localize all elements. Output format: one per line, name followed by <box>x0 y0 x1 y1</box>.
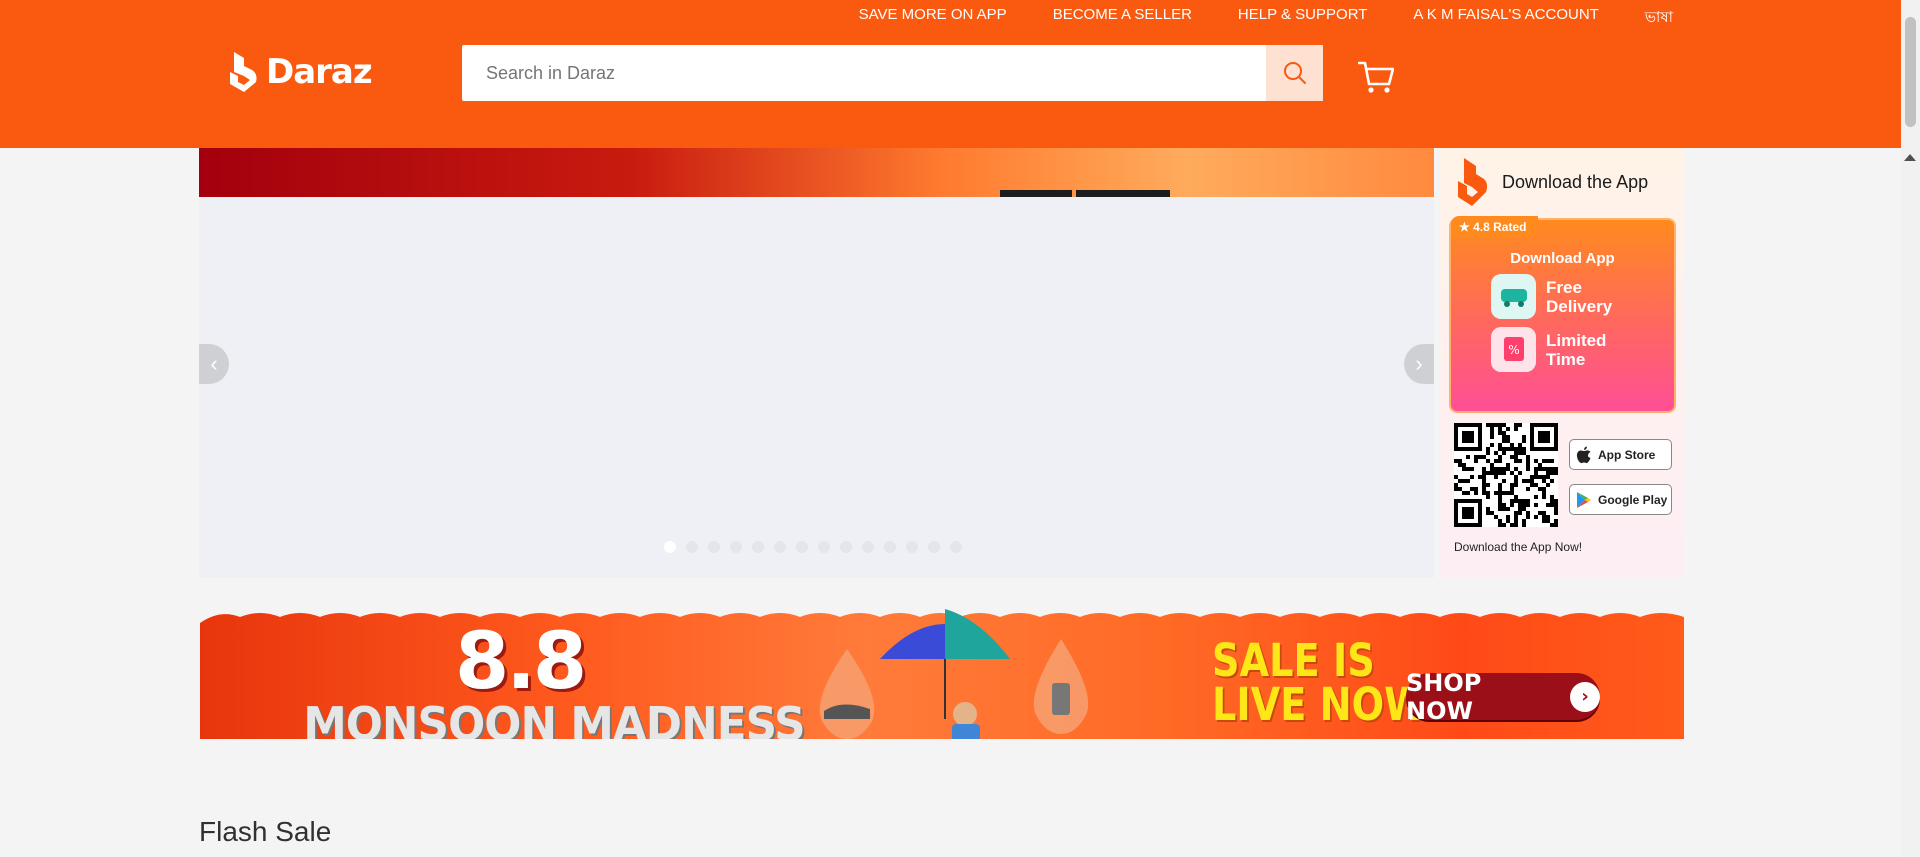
sale-line-2: LIVE NOW <box>1212 678 1427 731</box>
sale-live-text: SALE IS LIVE NOW <box>1212 634 1427 731</box>
shop-now-button[interactable]: SHOP NOW › <box>1406 669 1600 725</box>
campaign-banner[interactable]: 8.8 MONSOON MADNESS SALE IS LIVE NOW SHO… <box>200 609 1684 739</box>
daraz-logo-icon <box>230 52 257 92</box>
sale-line-1: SALE IS <box>1212 634 1375 687</box>
download-app-panel: Download the App ★ 4.8 Rated Download Ap… <box>1440 148 1684 578</box>
account-link[interactable]: A K M FAISAL'S ACCOUNT <box>1413 6 1598 31</box>
page-scrollbar[interactable] <box>1901 0 1920 857</box>
slider-dot[interactable] <box>840 541 852 553</box>
become-seller-link[interactable]: BECOME A SELLER <box>1053 6 1192 31</box>
voucher-icon: % <box>1491 327 1536 372</box>
banner-campaign-name: MONSOON MADNESS <box>303 697 805 739</box>
search-button[interactable] <box>1266 45 1323 101</box>
phone-drop-illustration <box>1033 639 1089 734</box>
chevron-right-icon: › <box>1415 351 1423 376</box>
flash-sale-title: Flash Sale <box>199 816 332 847</box>
slider-dot[interactable] <box>752 541 764 553</box>
slider-dot[interactable] <box>818 541 830 553</box>
feature-free-delivery: Free Delivery <box>1491 274 1626 319</box>
app-store-label: App Store <box>1598 447 1656 462</box>
download-app-footer: Download the App Now! <box>1454 540 1583 554</box>
slider-dot[interactable] <box>884 541 896 553</box>
slider-next-button[interactable]: › <box>1404 344 1434 384</box>
search-bar <box>462 45 1323 101</box>
app-store-button[interactable]: App Store <box>1569 439 1672 470</box>
google-play-icon <box>1577 491 1591 508</box>
apple-icon <box>1576 446 1591 463</box>
scroll-up-arrow-icon[interactable] <box>1904 154 1916 161</box>
slider-dot[interactable] <box>730 541 742 553</box>
feature-label: Limited Time <box>1546 330 1607 369</box>
svg-text:%: % <box>1508 343 1519 357</box>
slider-dot[interactable] <box>708 541 720 553</box>
scrollbar-thumb[interactable] <box>1905 17 1916 127</box>
slider-dot[interactable] <box>862 541 874 553</box>
search-input[interactable] <box>462 45 1266 101</box>
app-promo-card[interactable]: ★ 4.8 Rated Download App Free Delivery % <box>1449 216 1676 413</box>
help-support-link[interactable]: HELP & SUPPORT <box>1238 6 1368 31</box>
site-header: SAVE MORE ON APP BECOME A SELLER HELP & … <box>0 0 1901 148</box>
slider-dot[interactable] <box>664 541 676 553</box>
star-icon: ★ <box>1459 220 1470 234</box>
shoe-drop-illustration <box>819 649 875 739</box>
cart-button[interactable] <box>1357 60 1395 99</box>
qr-code <box>1454 423 1558 527</box>
google-play-label: Google Play <box>1598 492 1668 507</box>
slider-dot[interactable] <box>906 541 918 553</box>
umbrella-illustration <box>880 609 1010 739</box>
daraz-app-icon <box>1458 158 1488 206</box>
cart-icon <box>1357 61 1395 93</box>
slider-dots <box>664 541 962 553</box>
daraz-logo[interactable]: Daraz <box>228 50 373 94</box>
top-nav: SAVE MORE ON APP BECOME A SELLER HELP & … <box>859 6 1673 31</box>
download-app-header: Download the App <box>1456 156 1648 208</box>
slider-prev-button[interactable]: ‹ <box>199 344 229 384</box>
arrow-right-icon: › <box>1570 681 1600 712</box>
slider-dot[interactable] <box>686 541 698 553</box>
logo-wordmark: Daraz <box>266 52 373 92</box>
feature-limited-time: % Limited Time <box>1491 327 1626 372</box>
hero-slider[interactable]: ‹ › <box>199 148 1434 578</box>
feature-label: Free Delivery <box>1546 277 1613 316</box>
chevron-left-icon: ‹ <box>210 351 218 376</box>
promo-title: Download App <box>1510 250 1615 267</box>
rating-badge: ★ 4.8 Rated <box>1451 216 1539 238</box>
save-more-on-app-link[interactable]: SAVE MORE ON APP <box>859 6 1007 31</box>
rating-text: 4.8 Rated <box>1473 220 1527 234</box>
google-play-button[interactable]: Google Play <box>1569 484 1672 515</box>
delivery-truck-icon <box>1491 274 1536 319</box>
banner-headline: 8.8 <box>455 617 587 707</box>
search-icon <box>1283 62 1306 84</box>
download-app-title: Download the App <box>1502 171 1649 192</box>
slider-dot[interactable] <box>796 541 808 553</box>
slider-dot[interactable] <box>774 541 786 553</box>
hero-slide-image <box>199 148 1434 197</box>
shop-now-label: SHOP NOW <box>1406 668 1482 725</box>
slider-dot[interactable] <box>950 541 962 553</box>
slider-dot[interactable] <box>928 541 940 553</box>
language-link[interactable]: ভাষা <box>1645 6 1673 31</box>
